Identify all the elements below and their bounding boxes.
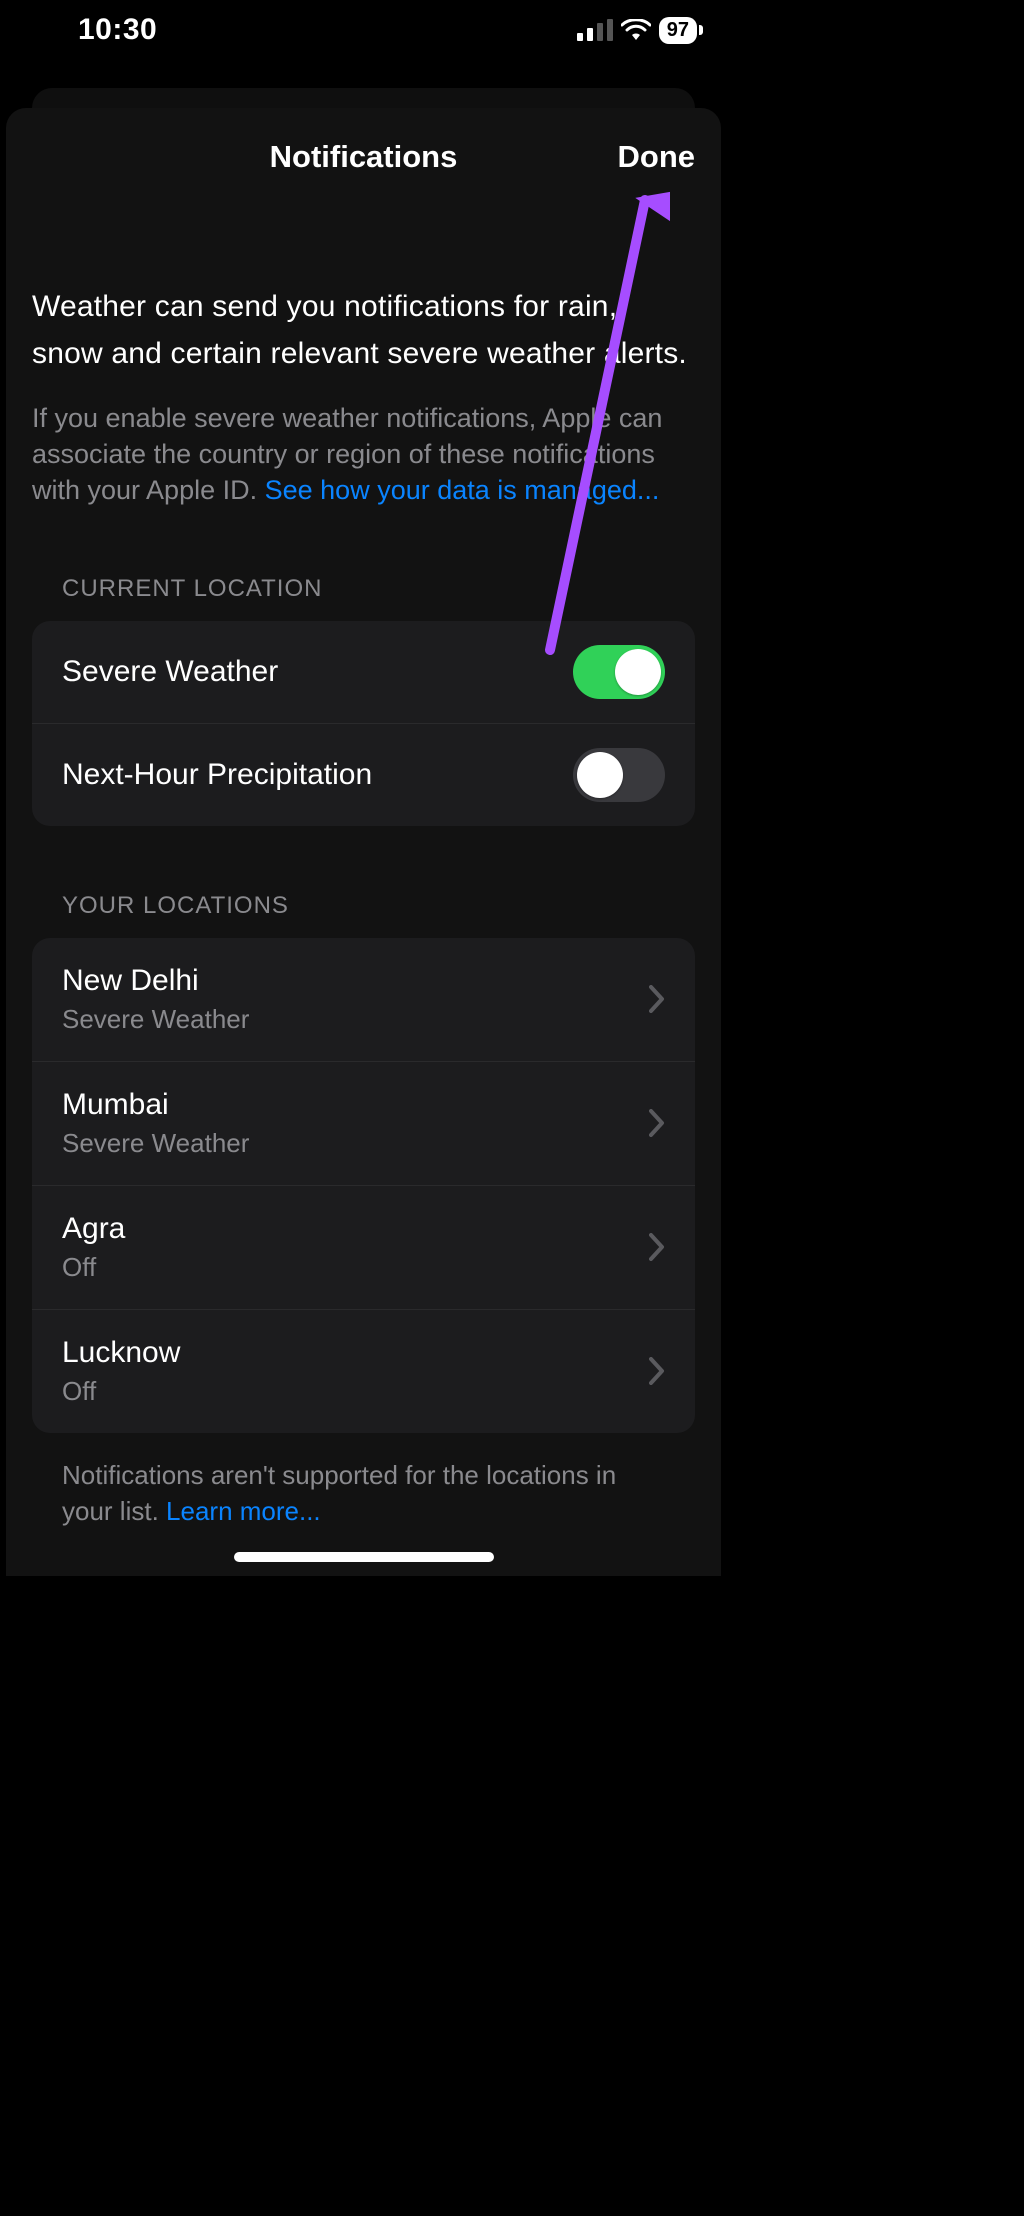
status-bar: 10:30 97 — [0, 0, 727, 60]
location-row-new-delhi[interactable]: New Delhi Severe Weather — [32, 938, 695, 1061]
row-severe-weather: Severe Weather — [32, 621, 695, 723]
location-text: Agra Off — [62, 1212, 125, 1283]
location-row-mumbai[interactable]: Mumbai Severe Weather — [32, 1061, 695, 1185]
home-indicator[interactable] — [234, 1552, 494, 1562]
row-title: Severe Weather — [62, 655, 278, 689]
location-row-agra[interactable]: Agra Off — [32, 1185, 695, 1309]
page-title: Notifications — [270, 139, 458, 175]
status-right-cluster: 97 — [577, 17, 697, 44]
sheet-header: Notifications Done — [6, 108, 721, 206]
location-name: Agra — [62, 1212, 125, 1246]
footer-note-text: Notifications aren't supported for the l… — [62, 1460, 616, 1526]
toggle-next-hour-precipitation[interactable] — [573, 748, 665, 802]
wifi-icon — [621, 19, 651, 41]
cellular-icon — [577, 19, 613, 41]
toggle-knob — [615, 649, 661, 695]
toggle-knob — [577, 752, 623, 798]
chevron-right-icon — [649, 1233, 665, 1261]
chevron-right-icon — [649, 985, 665, 1013]
sheet-body: Weather can send you notifications for r… — [6, 206, 721, 1530]
location-status: Severe Weather — [62, 1004, 249, 1035]
privacy-subdescription: If you enable severe weather notificatio… — [32, 401, 695, 509]
location-status: Off — [62, 1376, 180, 1407]
locations-footer-note: Notifications aren't supported for the l… — [32, 1457, 695, 1530]
row-title: Next-Hour Precipitation — [62, 758, 372, 792]
status-time: 10:30 — [78, 13, 157, 47]
location-name: New Delhi — [62, 964, 249, 998]
location-text: Mumbai Severe Weather — [62, 1088, 249, 1159]
location-text: New Delhi Severe Weather — [62, 964, 249, 1035]
location-row-lucknow[interactable]: Lucknow Off — [32, 1309, 695, 1433]
learn-more-link[interactable]: Learn more... — [166, 1496, 321, 1526]
location-name: Mumbai — [62, 1088, 249, 1122]
phone-frame: 10:30 97 Notifications Done Weather can … — [0, 0, 727, 1576]
row-next-hour-precipitation: Next-Hour Precipitation — [32, 723, 695, 826]
done-button[interactable]: Done — [618, 139, 696, 175]
location-status: Severe Weather — [62, 1128, 249, 1159]
toggle-severe-weather[interactable] — [573, 645, 665, 699]
chevron-right-icon — [649, 1109, 665, 1137]
notifications-sheet: Notifications Done Weather can send you … — [6, 108, 721, 1576]
section-header-your-locations: YOUR LOCATIONS — [32, 892, 695, 920]
privacy-link[interactable]: See how your data is managed... — [265, 475, 660, 505]
battery-indicator: 97 — [659, 17, 697, 44]
location-text: Lucknow Off — [62, 1336, 180, 1407]
location-status: Off — [62, 1252, 125, 1283]
group-current-location: Severe Weather Next-Hour Precipitation — [32, 621, 695, 826]
chevron-right-icon — [649, 1357, 665, 1385]
description-text: Weather can send you notifications for r… — [32, 284, 695, 377]
location-name: Lucknow — [62, 1336, 180, 1370]
group-your-locations: New Delhi Severe Weather Mumbai Severe W… — [32, 938, 695, 1433]
section-header-current-location: CURRENT LOCATION — [32, 575, 695, 603]
